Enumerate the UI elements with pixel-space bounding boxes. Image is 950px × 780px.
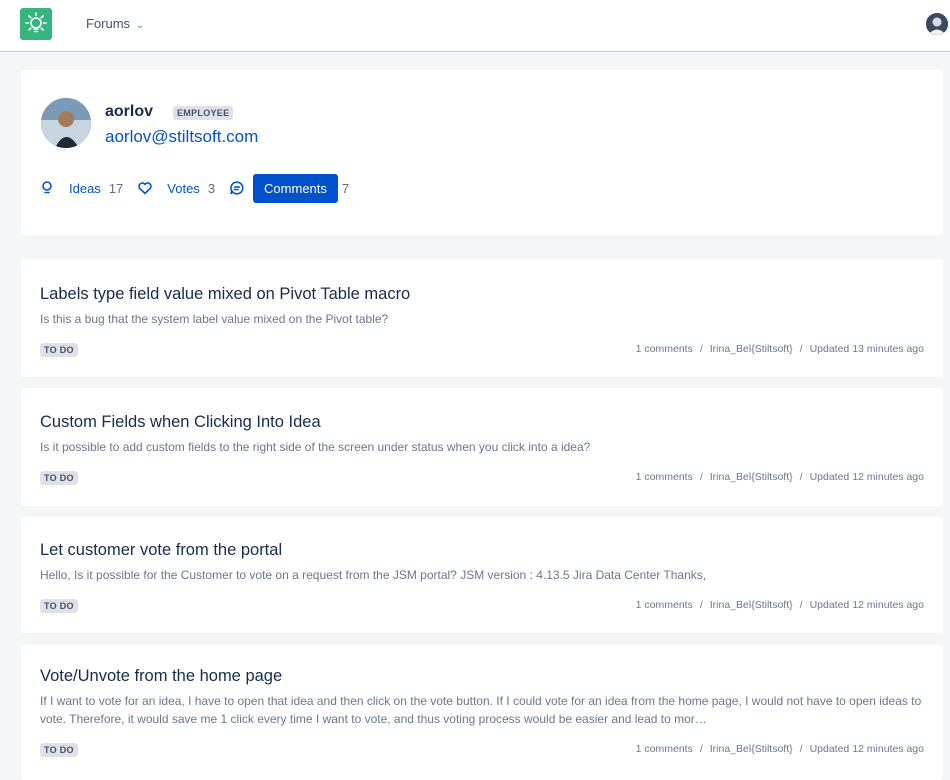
author-name: Irina_Bel{Stiltsoft} [709, 471, 793, 483]
heart-icon [137, 180, 153, 196]
tab-ideas[interactable]: Ideas [69, 181, 101, 196]
idea-meta: 1 comments / Irina_Bel{Stiltsoft} / Updated … [635, 471, 924, 483]
idea-description: If I want to vote for an idea, I have to… [40, 694, 922, 726]
idea-title[interactable]: Labels type field value mixed on Pivot T… [40, 285, 410, 304]
comments-count: 1 comments [635, 743, 693, 755]
updated-time: Updated 12 minutes ago [809, 599, 924, 611]
forums-menu[interactable]: Forums ⌄ [86, 16, 144, 31]
tab-comments[interactable]: Comments [253, 173, 338, 203]
idea-description: Is this a bug that the system label valu… [40, 312, 389, 326]
comments-count: 7 [341, 180, 350, 196]
updated-time: Updated 12 minutes ago [809, 471, 924, 483]
idea-title[interactable]: Custom Fields when Clicking Into Idea [40, 413, 321, 432]
lightbulb-icon[interactable] [20, 8, 52, 40]
author-name: Irina_Bel{Stiltsoft} [709, 343, 793, 355]
comments-count: 1 comments [635, 343, 693, 355]
idea-card[interactable]: Let customer vote from the portal Hello,… [21, 517, 943, 633]
ideas-count: 17 [108, 180, 124, 196]
chevron-down-icon: ⌄ [135, 20, 145, 31]
status-badge: TO DO [40, 743, 78, 757]
status-badge: TO DO [40, 471, 78, 485]
updated-time: Updated 13 minutes ago [809, 343, 924, 355]
author-name: Irina_Bel{Stiltsoft} [709, 599, 793, 611]
profile-avatar [41, 98, 91, 148]
idea-description: Is it possible to add custom fields to t… [40, 440, 591, 454]
comments-count: 1 comments [635, 599, 693, 611]
idea-meta: 1 comments / Irina_Bel{Stiltsoft} / Updated … [635, 743, 924, 755]
idea-meta: 1 comments / Irina_Bel{Stiltsoft} / Updated … [635, 343, 924, 355]
status-badge: TO DO [40, 343, 78, 357]
author-name: Irina_Bel{Stiltsoft} [709, 743, 793, 755]
idea-card[interactable]: Vote/Unvote from the home page If I want… [21, 645, 943, 780]
idea-title[interactable]: Let customer vote from the portal [40, 541, 282, 560]
forums-label: Forums [86, 16, 131, 31]
comment-icon [229, 180, 245, 196]
idea-card[interactable]: Labels type field value mixed on Pivot T… [21, 259, 943, 377]
status-badge: TO DO [40, 599, 78, 613]
tab-votes[interactable]: Votes [167, 181, 200, 196]
updated-time: Updated 12 minutes ago [809, 743, 924, 755]
employee-badge: EMPLOYEE [173, 106, 234, 120]
votes-count: 3 [207, 180, 216, 196]
idea-description: Hello, Is it possible for the Customer t… [40, 568, 707, 582]
user-avatar[interactable] [926, 13, 948, 35]
idea-meta: 1 comments / Irina_Bel{Stiltsoft} / Updated … [635, 599, 924, 611]
lightbulb-icon [39, 180, 55, 196]
profile-username: aorlov [105, 103, 154, 120]
idea-title[interactable]: Vote/Unvote from the home page [40, 667, 282, 686]
profile-email[interactable]: aorlov@stiltsoft.com [105, 127, 258, 147]
idea-card[interactable]: Custom Fields when Clicking Into Idea Is… [21, 388, 943, 506]
profile-card: aorlov EMPLOYEE aorlov@stiltsoft.com Ide… [21, 70, 943, 235]
profile-stats: Ideas 17 Votes 3 Comments 7 [39, 173, 350, 203]
comments-count: 1 comments [635, 471, 693, 483]
top-bar: Forums ⌄ [0, 0, 950, 52]
